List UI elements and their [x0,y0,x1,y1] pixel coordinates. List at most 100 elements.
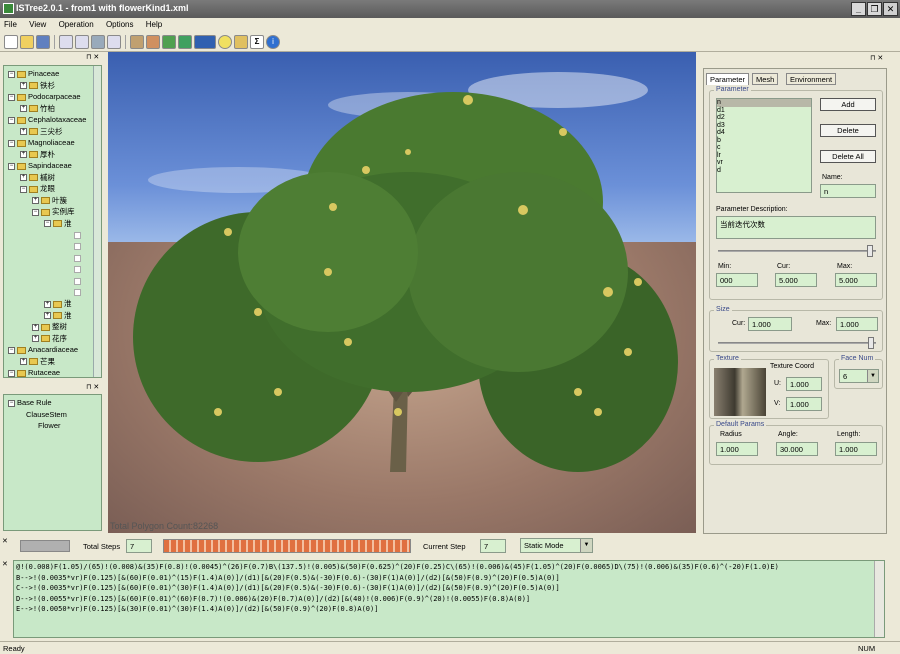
brush-icon[interactable] [146,35,160,49]
tree-item[interactable]: + 铁杉 [8,80,101,92]
tree-item[interactable] [8,264,101,276]
menu-file[interactable]: File [4,20,17,29]
pin-icon[interactable]: ✕ [2,560,8,568]
tree-scrollbar[interactable] [93,66,101,377]
tree-item[interactable]: − Anacardiaceae [8,344,101,356]
face-num-select[interactable]: 6 ▼ [839,369,879,383]
tree-item[interactable] [8,287,101,299]
copy-icon[interactable] [59,35,73,49]
minimize-button[interactable]: _ [851,2,866,16]
tree-item[interactable]: − 龙眼 [8,183,101,195]
playback-controls[interactable] [20,540,70,552]
tree-item[interactable] [8,275,101,287]
size-slider-thumb[interactable] [868,337,874,349]
rules-editor[interactable]: @!(0.008)F(1.05)/(65)!(0.008)&(35)F(0.8)… [13,560,885,638]
tree-item[interactable]: + 竹柏 [8,103,101,115]
tab-environment[interactable]: Environment [786,73,837,85]
chevron-down-icon[interactable]: ▼ [580,539,592,552]
current-step-field[interactable]: 7 [480,539,506,553]
tree-item[interactable]: − Magnoliaceae [8,137,101,149]
u-field[interactable]: 1.000 [786,377,822,391]
info-icon[interactable]: i [266,35,280,49]
pencil-icon[interactable] [234,35,248,49]
add-button[interactable]: Add [820,98,876,111]
v-field[interactable]: 1.000 [786,397,822,411]
length-field[interactable]: 1.000 [835,442,877,456]
save-icon[interactable] [36,35,50,49]
menu-operation[interactable]: Operation [59,20,94,29]
parameter-item[interactable]: d2 [717,114,811,122]
3d-viewport[interactable]: Total Polygon Count:82268 [108,52,696,533]
angle-field[interactable]: 30.000 [776,442,818,456]
rules-scrollbar[interactable] [874,561,884,637]
display-mode-icon[interactable] [194,35,216,49]
tree-item[interactable]: + 厚朴 [8,149,101,161]
parameter-list[interactable]: n d1 d2 d3 d4 b c lr vr d [716,98,812,193]
tree-item[interactable]: − Rutaceae [8,367,101,379]
tree-item[interactable]: + 槭树 [8,172,101,184]
menu-options[interactable]: Options [106,20,134,29]
render-icon[interactable] [91,35,105,49]
rule-line[interactable]: B-->!(0.0035*vr)F(0.125)[&(60)F(0.01)^(1… [16,573,882,584]
delete-button[interactable]: Delete [820,124,876,137]
tree-item[interactable]: + 整树 [8,321,101,333]
parameter-item[interactable]: d3 [717,122,811,130]
tree-item[interactable] [8,241,101,253]
tree-item[interactable]: + 花序 [8,333,101,345]
rule-item[interactable]: Flower [8,420,101,432]
texture-icon[interactable] [130,35,144,49]
pin-icon[interactable]: ✕ [2,537,8,545]
menu-view[interactable]: View [29,20,46,29]
tree-item[interactable]: − Sapindaceae [8,160,101,172]
new-icon[interactable] [4,35,18,49]
parameter-item[interactable]: d [717,167,811,175]
name-field[interactable]: n [820,184,876,198]
size-cur-field[interactable]: 1.000 [748,317,792,331]
open-icon[interactable] [20,35,34,49]
size-max-field[interactable]: 1.000 [836,317,878,331]
parameter-item[interactable]: lr [717,152,811,160]
pin-icon[interactable]: ⊓ ✕ [870,54,883,62]
parameter-item[interactable]: c [717,144,811,152]
parameter-item[interactable]: d4 [717,129,811,137]
tab-mesh[interactable]: Mesh [752,73,779,85]
max-field[interactable]: 5.000 [835,273,877,287]
tree-item[interactable]: − 实例库 [8,206,101,218]
mode-select[interactable]: Static Mode ▼ [520,538,593,553]
min-field[interactable]: 000 [716,273,758,287]
parameter-item[interactable]: d1 [717,107,811,115]
parameter-item[interactable]: vr [717,159,811,167]
export-icon[interactable] [107,35,121,49]
snapshot-icon[interactable] [178,35,192,49]
rule-item[interactable]: − Base Rule [8,397,101,409]
size-slider-track[interactable] [718,342,876,344]
tree-item[interactable]: − Pinaceae [8,68,101,80]
paste-icon[interactable] [75,35,89,49]
pin-icon[interactable]: ⊓ ✕ [86,53,99,61]
light-icon[interactable] [218,35,232,49]
rule-line[interactable]: E-->!(0.0050*vr)F(0.125)[&(30)F(0.01)^(3… [16,604,882,615]
menu-help[interactable]: Help [146,20,162,29]
rule-line[interactable]: C-->!(0.0035*vr)F(0.125)[&(60)F(0.01)^(3… [16,583,882,594]
refresh-icon[interactable] [162,35,176,49]
chevron-down-icon[interactable]: ▼ [867,370,878,382]
tree-item[interactable] [8,229,101,241]
rule-line[interactable]: @!(0.008)F(1.05)/(65)!(0.008)&(35)F(0.8)… [16,562,882,573]
pin-icon[interactable]: ⊓ ✕ [86,383,99,391]
tree-item[interactable]: − 淮 [8,218,101,230]
texture-preview[interactable] [714,368,766,416]
parameter-item[interactable]: n [717,99,811,107]
rule-line[interactable]: D-->!(0.0055*vr)F(0.125)[&(60)F(0.01)^(6… [16,594,882,605]
radius-field[interactable]: 1.000 [716,442,758,456]
restore-button[interactable]: ❐ [867,2,882,16]
tree-item[interactable]: + 淮 [8,298,101,310]
delete-all-button[interactable]: Delete All [820,150,876,163]
tree-item[interactable]: + 芒果 [8,356,101,368]
tree-item[interactable]: + 叶簇 [8,195,101,207]
tab-parameter[interactable]: Parameter [706,73,750,85]
tree-item[interactable] [8,252,101,264]
parameter-slider-track[interactable] [718,250,876,252]
tree-item[interactable]: − Podocarpaceae [8,91,101,103]
close-button[interactable]: ✕ [883,2,898,16]
tree-item[interactable]: + 三尖杉 [8,126,101,138]
